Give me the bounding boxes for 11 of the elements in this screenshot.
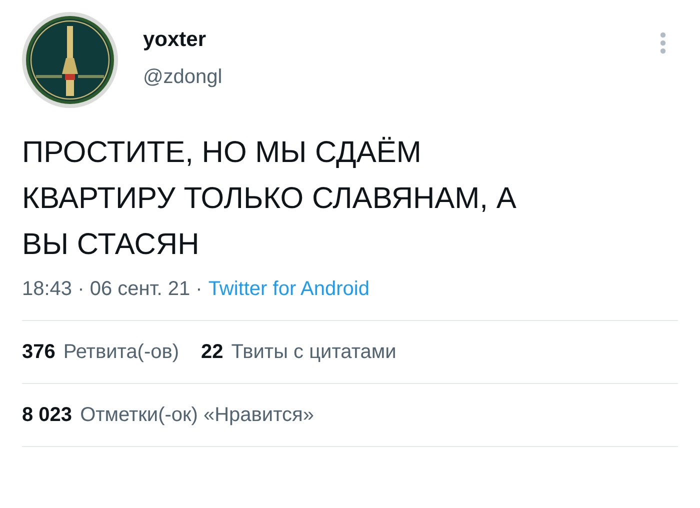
more-icon[interactable] xyxy=(660,32,666,54)
tweet-text: ПРОСТИТЕ, НО МЫ СДАЁМ КВАРТИРУ ТОЛЬКО СЛАВЯНАМ, А ВЫ СТАСЯН xyxy=(22,135,518,263)
user-handle[interactable]: @zdongl xyxy=(143,66,222,89)
stat-label[interactable]: Ретвита(-ов) xyxy=(63,341,180,364)
stat-count[interactable]: 376 xyxy=(22,341,56,364)
tweet-timestamp: 18:43 · 06 сент. 21 · xyxy=(22,278,202,301)
stat-count[interactable]: 8 023 xyxy=(22,404,72,427)
stat-count[interactable]: 22 xyxy=(201,341,224,364)
stat-label[interactable]: Отметки(-ок) «Нравится» xyxy=(80,404,314,427)
user-name[interactable]: yoxter xyxy=(143,28,222,52)
stat-label[interactable]: Твиты с цитатами xyxy=(231,341,396,364)
